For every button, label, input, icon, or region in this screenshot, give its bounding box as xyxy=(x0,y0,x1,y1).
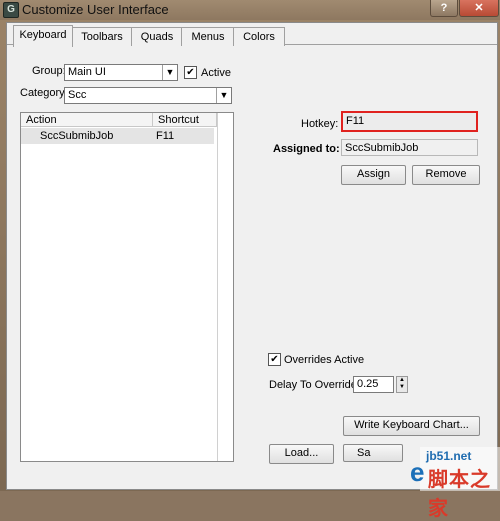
load-button[interactable]: Load... xyxy=(269,444,334,464)
active-checkbox[interactable]: ✔ xyxy=(184,66,197,79)
assign-button[interactable]: Assign xyxy=(341,165,406,185)
overrides-active-label: Overrides Active xyxy=(284,354,365,366)
chevron-down-icon: ▼ xyxy=(162,65,177,80)
group-label: Group: xyxy=(32,65,66,77)
category-value: Scc xyxy=(68,89,87,101)
tab-toolbars[interactable]: Toolbars xyxy=(71,27,133,46)
title-bar[interactable]: G Customize User Interface ? ✕ xyxy=(0,0,500,20)
help-button[interactable]: ? xyxy=(430,0,458,17)
watermark-text: 脚本之家 xyxy=(428,469,491,520)
window: G Customize User Interface ? ✕ Keyboard … xyxy=(0,0,500,520)
group-value: Main UI xyxy=(68,66,106,78)
column-header-action[interactable]: Action xyxy=(21,113,153,127)
hotkey-field[interactable]: F11 xyxy=(341,111,478,132)
delay-value: 0.25 xyxy=(357,378,379,390)
delay-to-override-input[interactable]: 0.25 xyxy=(353,376,394,393)
category-label: Category: xyxy=(20,87,68,99)
column-header-shortcut[interactable]: Shortcut xyxy=(153,113,217,127)
overrides-active-checkbox[interactable]: ✔ xyxy=(268,353,281,366)
chevron-down-icon: ▼ xyxy=(216,88,231,103)
write-keyboard-chart-button[interactable]: Write Keyboard Chart... xyxy=(343,416,480,436)
tab-keyboard[interactable]: Keyboard xyxy=(13,25,73,47)
app-icon: G xyxy=(3,2,19,18)
watermark-url: jb51.net xyxy=(426,449,472,463)
hotkey-label: Hotkey: xyxy=(301,118,339,130)
tab-menus[interactable]: Menus xyxy=(181,27,235,46)
dialog-panel: Keyboard Toolbars Quads Menus Colors Gro… xyxy=(6,22,498,490)
tab-colors[interactable]: Colors xyxy=(233,27,285,46)
e-logo-icon: e xyxy=(410,457,425,487)
row-action: SccSubmibJob xyxy=(40,130,114,142)
close-button[interactable]: ✕ xyxy=(459,0,499,17)
group-dropdown[interactable]: Main UI ▼ xyxy=(64,64,178,81)
save-button[interactable]: Sa xyxy=(343,444,403,462)
list-row[interactable]: SccSubmibJob F11 xyxy=(21,128,214,144)
site-watermark: e jb51.net 脚本之家 xyxy=(410,447,500,520)
list-scrollbar-divider xyxy=(217,113,218,461)
active-label: Active xyxy=(201,67,231,79)
assigned-to-field: SccSubmibJob xyxy=(341,139,478,156)
action-list[interactable]: Action Shortcut SccSubmibJob F11 xyxy=(20,112,234,462)
spinner-arrows-icon[interactable]: ▲ ▼ xyxy=(396,376,408,393)
delay-to-override-label: Delay To Override: xyxy=(269,379,360,391)
remove-button[interactable]: Remove xyxy=(412,165,480,185)
tab-quads[interactable]: Quads xyxy=(131,27,183,46)
row-shortcut: F11 xyxy=(156,130,175,142)
window-title: Customize User Interface xyxy=(22,2,169,17)
assigned-to-label: Assigned to: xyxy=(273,143,340,155)
category-dropdown[interactable]: Scc ▼ xyxy=(64,87,232,104)
